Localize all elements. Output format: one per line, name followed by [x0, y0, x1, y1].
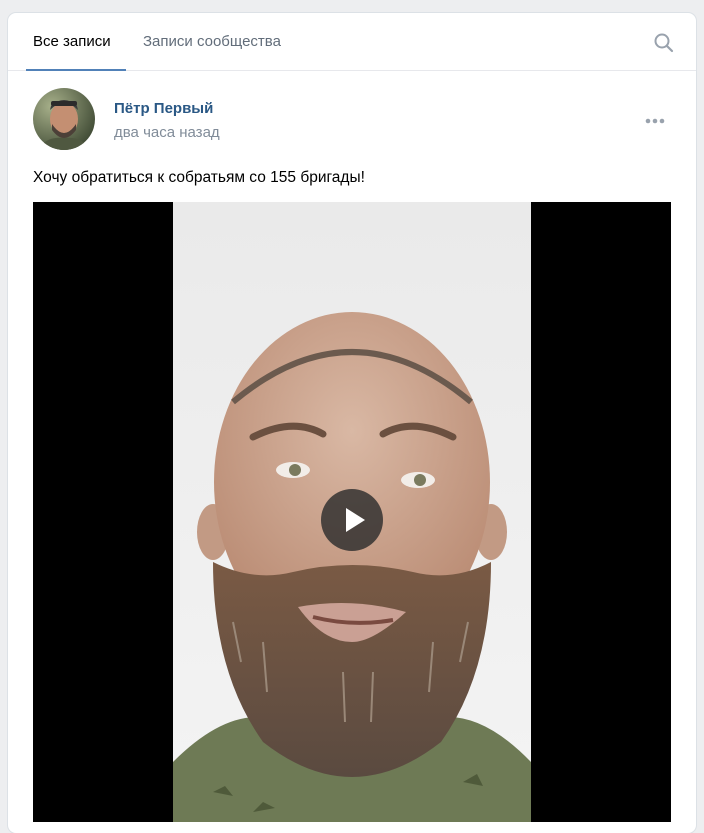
search-icon[interactable] — [652, 31, 676, 55]
post-text: Хочу обратиться к собратьям со 155 брига… — [33, 169, 365, 186]
tab-community-posts[interactable]: Записи сообщества — [143, 13, 281, 70]
wall-tabs: Все записи Записи сообщества — [8, 13, 696, 71]
active-tab-indicator — [26, 69, 126, 71]
post-time[interactable]: два часа назад — [114, 124, 220, 141]
wall-card: Все записи Записи сообщества Пётр Первый… — [8, 13, 696, 833]
author-avatar[interactable] — [33, 88, 95, 150]
author-name[interactable]: Пётр Первый — [114, 100, 213, 117]
play-icon[interactable] — [321, 489, 383, 551]
tab-all-posts[interactable]: Все записи — [33, 13, 111, 70]
video-player[interactable] — [33, 202, 671, 822]
more-icon[interactable] — [644, 114, 666, 128]
